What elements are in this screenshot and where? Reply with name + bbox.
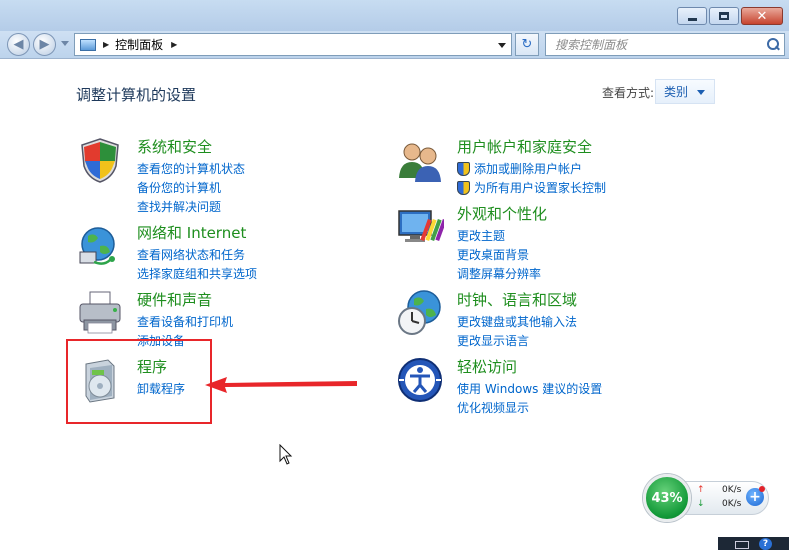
security-shield-icon[interactable] (76, 136, 124, 184)
chevron-down-icon (697, 90, 705, 95)
back-button[interactable]: ◀ (7, 33, 30, 56)
taskbar-tray: ? (718, 537, 789, 550)
address-bar[interactable]: ▶ 控制面板 ▶ (74, 33, 512, 56)
address-dropdown-icon[interactable] (498, 43, 506, 48)
breadcrumb-control-panel[interactable]: 控制面板 (115, 36, 163, 53)
usage-percent: 43% (651, 490, 683, 506)
minimize-icon (687, 17, 697, 21)
users-icon[interactable] (396, 136, 444, 184)
window-titlebar: ✕ (0, 0, 789, 31)
link-label: 添加或删除用户帐户 (474, 162, 583, 176)
link-devices-printers[interactable]: 查看设备和打印机 (137, 312, 233, 331)
maximize-icon (719, 12, 729, 20)
category-links: 使用 Windows 建议的设置 优化视频显示 (457, 379, 602, 417)
help-icon[interactable]: ? (759, 538, 772, 550)
category-links: 更改主题 更改桌面背景 调整屏幕分辨率 (457, 226, 541, 283)
navigation-bar: ◀ ▶ ▶ 控制面板 ▶ ↻ 搜索控制面板 (0, 31, 789, 59)
close-button[interactable]: ✕ (741, 7, 783, 25)
uac-shield-icon (457, 180, 470, 195)
search-input[interactable]: 搜索控制面板 (545, 33, 785, 56)
link-optimize-display[interactable]: 优化视频显示 (457, 398, 602, 417)
link-windows-recommended-settings[interactable]: 使用 Windows 建议的设置 (457, 379, 602, 398)
link-change-background[interactable]: 更改桌面背景 (457, 245, 541, 264)
link-screen-resolution[interactable]: 调整屏幕分辨率 (457, 264, 541, 283)
close-icon: ✕ (756, 8, 768, 24)
category-links: 查看您的计算机状态 备份您的计算机 查找并解决问题 (137, 159, 245, 216)
network-speed-widget[interactable]: 43% ↑ 0K/s ↓ 0K/s + (643, 474, 771, 522)
download-value: 0K/s (722, 499, 742, 509)
category-title[interactable]: 系统和安全 (137, 136, 212, 157)
category-title[interactable]: 外观和个性化 (457, 203, 547, 224)
recent-pages-dropdown[interactable] (61, 41, 69, 46)
category-title[interactable]: 轻松访问 (457, 356, 517, 377)
link-parental-controls[interactable]: 为所有用户设置家长控制 (457, 178, 606, 197)
upload-speed: ↑ 0K/s (697, 485, 741, 495)
refresh-button[interactable]: ↻ (515, 33, 539, 56)
usage-gauge[interactable]: 43% (643, 474, 691, 522)
link-backup-computer[interactable]: 备份您的计算机 (137, 178, 245, 197)
category-links: 添加或删除用户帐户 为所有用户设置家长控制 (457, 159, 606, 197)
link-troubleshoot[interactable]: 查找并解决问题 (137, 197, 245, 216)
refresh-icon: ↻ (521, 37, 533, 52)
printer-icon[interactable] (76, 289, 124, 337)
annotation-arrow-icon (205, 377, 357, 393)
category-links: 查看网络状态和任务 选择家庭组和共享选项 (137, 245, 257, 283)
category-links: 更改键盘或其他输入法 更改显示语言 (457, 312, 577, 350)
maximize-button[interactable] (709, 7, 739, 25)
back-arrow-icon: ◀ (13, 37, 24, 52)
category-title[interactable]: 硬件和声音 (137, 289, 212, 310)
mouse-cursor-icon (279, 444, 293, 465)
annotation-highlight-box (66, 339, 212, 424)
download-arrow-icon: ↓ (697, 499, 705, 509)
forward-button[interactable]: ▶ (33, 33, 56, 56)
forward-arrow-icon: ▶ (39, 37, 50, 52)
breadcrumb-chevron-icon[interactable]: ▶ (103, 40, 109, 49)
link-change-theme[interactable]: 更改主题 (457, 226, 541, 245)
link-display-language[interactable]: 更改显示语言 (457, 331, 577, 350)
accessibility-icon[interactable] (396, 356, 444, 404)
download-speed: ↓ 0K/s (697, 499, 741, 509)
control-panel-icon (80, 38, 96, 51)
link-network-status[interactable]: 查看网络状态和任务 (137, 245, 257, 264)
search-icon[interactable] (766, 37, 780, 52)
category-title[interactable]: 时钟、语言和区域 (457, 289, 577, 310)
keyboard-icon[interactable] (735, 541, 749, 549)
minimize-button[interactable] (677, 7, 707, 25)
category-title[interactable]: 用户帐户和家庭安全 (457, 136, 592, 157)
upload-arrow-icon: ↑ (697, 485, 705, 495)
search-placeholder: 搜索控制面板 (555, 38, 628, 52)
page-title: 调整计算机的设置 (76, 86, 197, 104)
link-label: 为所有用户设置家长控制 (474, 181, 607, 195)
monitor-palette-icon[interactable] (396, 203, 444, 251)
link-change-input-method[interactable]: 更改键盘或其他输入法 (457, 312, 577, 331)
network-globe-icon[interactable] (76, 222, 124, 270)
link-view-computer-status[interactable]: 查看您的计算机状态 (137, 159, 245, 178)
view-by-select[interactable]: 类别 (655, 79, 715, 104)
view-by-label: 查看方式: (602, 86, 655, 100)
link-homegroup-sharing[interactable]: 选择家庭组和共享选项 (137, 264, 257, 283)
link-add-remove-accounts[interactable]: 添加或删除用户帐户 (457, 159, 606, 178)
breadcrumb-chevron-icon[interactable]: ▶ (171, 40, 177, 49)
clock-globe-icon[interactable] (396, 289, 444, 337)
upload-value: 0K/s (722, 485, 742, 495)
view-by-value: 类别 (664, 85, 689, 99)
uac-shield-icon (457, 161, 470, 176)
window-controls: ✕ (677, 7, 783, 25)
category-title[interactable]: 网络和 Internet (137, 222, 246, 243)
notification-dot (759, 486, 765, 492)
